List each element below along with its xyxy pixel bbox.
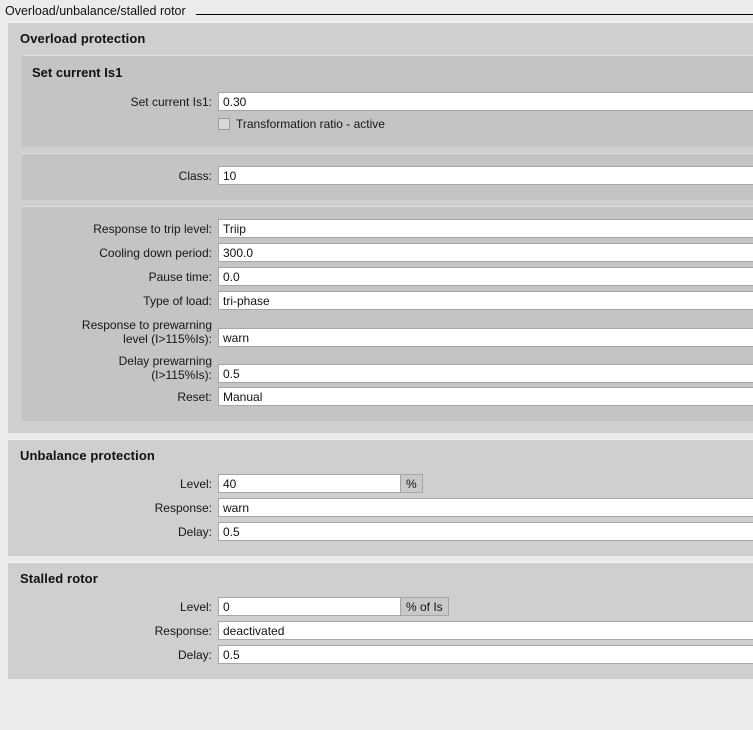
input-prewarning-delay[interactable]: 0.5 [218,364,753,383]
field-row-transformation-ratio: Transformation ratio - active [22,114,753,135]
unit-stalled-level: % of Is [401,597,449,616]
label-stalled-response: Response: [154,624,212,638]
label-prewarning-delay: Delay prewarning (I>115%Is): [118,354,212,382]
group-unbalance-protection: Unbalance protection Level: 40 % Respons… [8,439,753,556]
label-transformation-ratio[interactable]: Transformation ratio - active [236,117,385,131]
label-prewarning-response: Response to prewarning level (I>115%Is): [81,318,212,346]
page-title: Overload/unbalance/stalled rotor [5,4,186,18]
label-type-of-load: Type of load: [143,294,212,308]
field-row-unbalance-level: Level: 40 % [22,472,753,496]
input-stalled-level[interactable]: 0 [218,597,401,616]
subpanel-set-current: Set current Is1 Set current Is1: 0.30 Tr… [22,55,753,147]
page-titlebar: Overload/unbalance/stalled rotor [0,0,753,22]
field-row-response-trip-level: Response to trip level: Triip [22,217,753,241]
input-response-trip-level[interactable]: Triip [218,219,753,238]
subpanel-padding [22,188,753,194]
control-stalled-response: deactivated [218,621,753,640]
subpanel-overload-parameters: Response to trip level: Triip Cooling do… [22,206,753,421]
control-stalled-delay: 0.5 [218,645,753,664]
input-prewarning-response[interactable]: warn [218,328,753,347]
control-response-trip-level: Triip [218,219,753,238]
label-class: Class: [178,169,212,183]
label-unbalance-delay: Delay: [177,525,212,539]
control-cooling-down-period: 300.0 [218,243,753,262]
input-unbalance-level[interactable]: 40 [218,474,401,493]
field-row-prewarning-delay: Delay prewarning (I>115%Is): 0.5 [22,349,753,385]
subpanel-title-set-current: Set current Is1 [32,65,123,80]
input-reset[interactable]: Manual [218,387,753,406]
control-unbalance-response: warn [218,498,753,517]
group-title-stalled-rotor: Stalled rotor [20,571,98,586]
label-stalled-level: Level: [179,600,212,614]
field-row-reset: Reset: Manual [22,385,753,409]
input-cooling-down-period[interactable]: 300.0 [218,243,753,262]
control-reset: Manual [218,387,753,406]
label-pause-time: Pause time: [148,270,212,284]
label-unbalance-level: Level: [179,477,212,491]
control-unbalance-delay: 0.5 [218,522,753,541]
field-row-type-of-load: Type of load: tri-phase [22,289,753,313]
control-class: 10 [218,166,753,185]
subpanel-class: Class: 10 [22,153,753,200]
group-title-overload: Overload protection [20,31,146,46]
label-stalled-delay: Delay: [177,648,212,662]
label-set-current: Set current Is1: [130,95,212,109]
label-unbalance-response: Response: [154,501,212,515]
field-row-class: Class: 10 [22,164,753,188]
input-type-of-load[interactable]: tri-phase [218,291,753,310]
field-row-pause-time: Pause time: 0.0 [22,265,753,289]
field-row-unbalance-response: Response: warn [22,496,753,520]
title-rule [195,14,753,15]
subpanel-padding [22,135,753,141]
group-overload-protection: Overload protection Set current Is1 Set … [8,22,753,433]
control-prewarning-delay: 0.5 [218,351,753,383]
field-row-unbalance-delay: Delay: 0.5 [22,520,753,544]
field-row-stalled-delay: Delay: 0.5 [22,643,753,667]
group-padding [8,427,753,433]
field-row-stalled-response: Response: deactivated [22,619,753,643]
unit-unbalance-level: % [401,474,423,493]
group-stalled-rotor: Stalled rotor Level: 0 % of Is Response:… [8,562,753,679]
input-class[interactable]: 10 [218,166,753,185]
input-unbalance-response[interactable]: warn [218,498,753,517]
field-row-cooling-down-period: Cooling down period: 300.0 [22,241,753,265]
group-padding [8,673,753,679]
input-stalled-delay[interactable]: 0.5 [218,645,753,664]
label-cooling-down-period: Cooling down period: [99,246,212,260]
field-row-set-current: Set current Is1: 0.30 [22,90,753,114]
input-set-current[interactable]: 0.30 [218,92,753,111]
field-row-prewarning-response: Response to prewarning level (I>115%Is):… [22,313,753,349]
label-response-trip-level: Response to trip level: [93,222,212,236]
control-stalled-level: 0 % of Is [218,597,753,616]
input-stalled-response[interactable]: deactivated [218,621,753,640]
label-reset: Reset: [177,390,212,404]
control-type-of-load: tri-phase [218,291,753,310]
group-padding [8,550,753,556]
field-row-stalled-level: Level: 0 % of Is [22,595,753,619]
control-set-current: 0.30 [218,92,753,111]
subpanel-padding [22,409,753,415]
checkbox-transformation-ratio[interactable] [218,118,230,130]
control-pause-time: 0.0 [218,267,753,286]
control-unbalance-level: 40 % [218,474,753,493]
group-title-unbalance: Unbalance protection [20,448,155,463]
control-prewarning-response: warn [218,315,753,347]
input-pause-time[interactable]: 0.0 [218,267,753,286]
input-unbalance-delay[interactable]: 0.5 [218,522,753,541]
